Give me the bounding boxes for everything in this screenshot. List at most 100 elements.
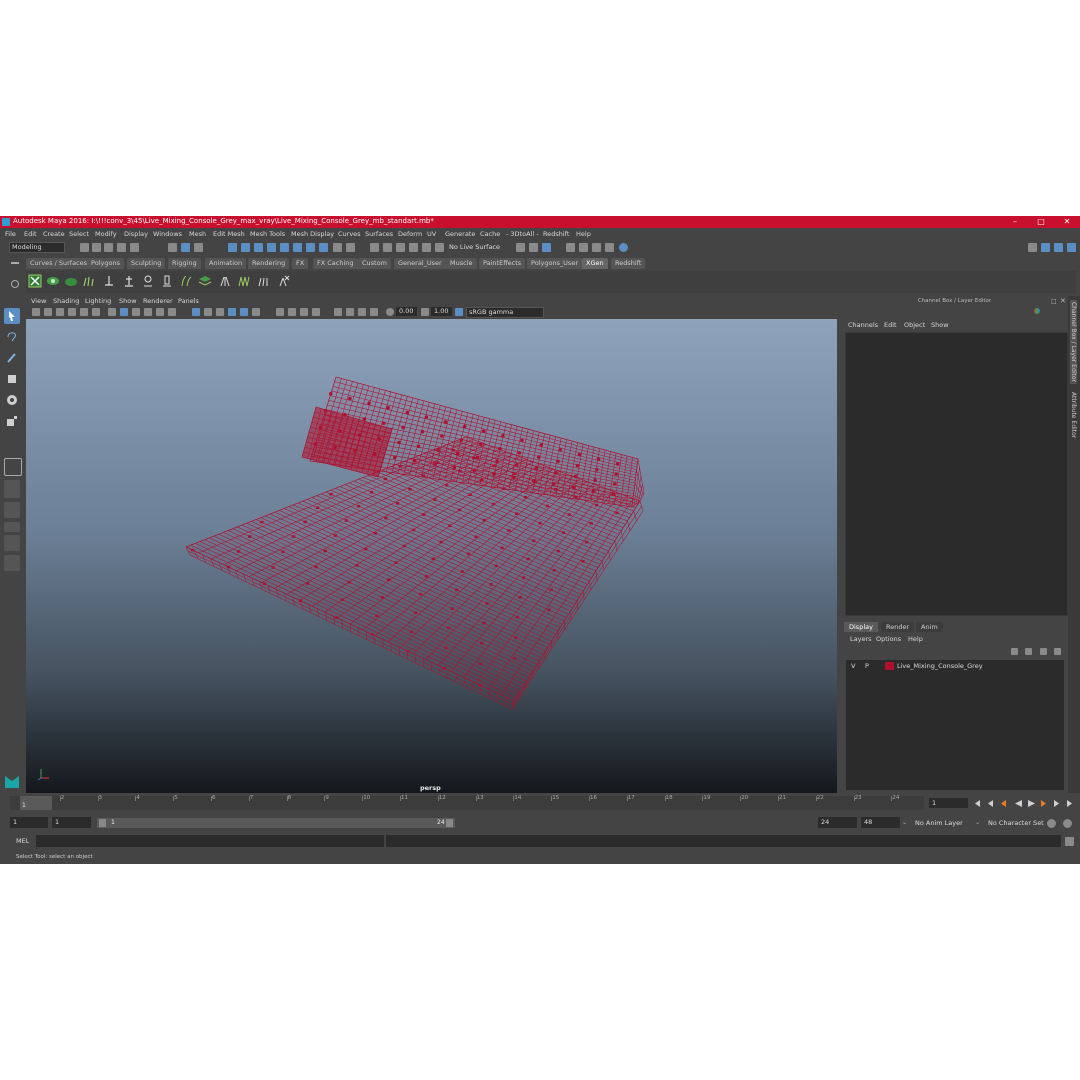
snap-view-plane-icon[interactable] (267, 243, 276, 252)
snap-point-icon[interactable] (254, 243, 263, 252)
shelf-tab-fx-caching[interactable]: FX Caching (313, 258, 358, 269)
viewport-menu-show[interactable]: Show (119, 297, 137, 305)
channel-edit-menu[interactable]: Edit (884, 321, 897, 329)
select-camera-icon[interactable] (32, 308, 40, 316)
lock-icon[interactable] (333, 243, 342, 252)
multisample-icon[interactable] (300, 308, 308, 316)
place-guide-icon[interactable] (102, 274, 116, 288)
mixing-console-wireframe[interactable] (26, 319, 837, 793)
menu-curves[interactable]: Curves (338, 230, 361, 238)
float-panel-icon[interactable]: □ (1051, 298, 1057, 305)
soft-select-icon[interactable] (319, 243, 328, 252)
menu-display[interactable]: Display (124, 230, 148, 238)
lasso-tool-icon[interactable] (4, 329, 20, 345)
magnet-icon-4[interactable] (409, 243, 418, 252)
playback-start-field[interactable]: 1 (52, 817, 91, 828)
menu-windows[interactable]: Windows (153, 230, 182, 238)
live-surface-label[interactable]: No Live Surface (449, 243, 500, 251)
menu-modify[interactable]: Modify (95, 230, 117, 238)
range-end-handle[interactable] (446, 819, 453, 827)
toggle-channel-box-icon[interactable] (1067, 243, 1076, 252)
shelf-tab-curves-surfaces[interactable]: Curves / Surfaces (26, 258, 92, 269)
history-icon[interactable] (346, 243, 355, 252)
shelf-tab-custom[interactable]: Custom (358, 258, 391, 269)
tab-anim[interactable]: Anim (916, 622, 943, 632)
menu-deform[interactable]: Deform (398, 230, 422, 238)
cut-icon[interactable] (256, 274, 270, 288)
move-layer-up-icon[interactable] (1011, 648, 1018, 655)
hypershade-layout-icon[interactable] (4, 555, 20, 571)
interactive-groom-icon[interactable] (64, 274, 78, 288)
close-panel-icon[interactable]: ✕ (1060, 297, 1066, 305)
menu-mesh[interactable]: Mesh (189, 230, 206, 238)
depth-of-field-icon[interactable] (312, 308, 320, 316)
film-gate-icon[interactable] (108, 308, 116, 316)
smooth-shade-icon[interactable] (204, 308, 212, 316)
menu-generate[interactable]: Generate (445, 230, 475, 238)
xray-components-icon[interactable] (370, 308, 378, 316)
menu-file[interactable]: File (5, 230, 16, 238)
viewport-menu-view[interactable]: View (31, 297, 46, 305)
save-scene-icon[interactable] (104, 243, 113, 252)
render-frame-icon[interactable] (529, 243, 538, 252)
side-by-side-layout-icon[interactable] (4, 502, 20, 518)
shelf-tab-rendering[interactable]: Rendering (248, 258, 290, 269)
undo-icon[interactable] (117, 243, 126, 252)
side-tab-attribute-editor[interactable]: Attribute Editor (1070, 392, 1077, 438)
layer-help-menu[interactable]: Help (908, 635, 923, 643)
options-menu[interactable]: Options (876, 635, 901, 643)
shelf-tab-rigging[interactable]: Rigging (168, 258, 201, 269)
close-icon[interactable]: ✕ (1054, 216, 1080, 228)
snap-vertex-icon[interactable] (293, 243, 302, 252)
menu-select[interactable]: Select (69, 230, 89, 238)
layer-name[interactable]: Live_Mixing_Console_Grey (897, 662, 983, 670)
range-slider[interactable]: 1 24 (97, 818, 455, 828)
char-set-arrow-icon[interactable]: ⌄ (975, 819, 980, 826)
command-language-label[interactable]: MEL (16, 837, 29, 845)
workspace-icon[interactable] (1028, 243, 1037, 252)
add-guide-icon[interactable] (122, 274, 136, 288)
script-editor-icon[interactable] (1065, 837, 1074, 846)
playback-end-field[interactable]: 24 (818, 817, 857, 828)
menu-surfaces[interactable]: Surfaces (365, 230, 393, 238)
textured-icon[interactable] (228, 308, 236, 316)
camera-attributes-icon[interactable] (44, 308, 52, 316)
shadows-icon[interactable] (252, 308, 260, 316)
anim-preferences-icon[interactable] (1063, 819, 1072, 828)
select-hierarchy-icon[interactable] (168, 243, 177, 252)
new-empty-layer-icon[interactable] (1040, 648, 1047, 655)
shelf-menu-icon[interactable] (11, 262, 19, 264)
wireframe-on-shaded-icon[interactable] (216, 308, 224, 316)
redo-icon[interactable] (130, 243, 139, 252)
layer-color-swatch[interactable] (885, 662, 894, 670)
wireframe-icon[interactable] (192, 308, 200, 316)
snap-grid-icon[interactable] (228, 243, 237, 252)
auto-key-icon[interactable] (1047, 819, 1056, 828)
select-tool-icon[interactable] (4, 308, 20, 324)
new-scene-icon[interactable] (80, 243, 89, 252)
toggle-attribute-editor-icon[interactable] (1041, 243, 1050, 252)
layer-visibility-toggle[interactable]: V (851, 662, 855, 670)
magnet-icon[interactable] (370, 243, 379, 252)
layers-icon[interactable] (198, 274, 212, 288)
shelf-tab-sculpting[interactable]: Sculpting (127, 258, 166, 269)
shelf-tab-general-user[interactable]: General_User (394, 258, 446, 269)
viewport-menu-renderer[interactable]: Renderer (143, 297, 173, 305)
paint-select-icon[interactable] (4, 350, 20, 366)
bookmark-icon[interactable] (56, 308, 64, 316)
channel-show-menu[interactable]: Show (931, 321, 949, 329)
exposure-icon[interactable] (386, 308, 394, 316)
grid-icon[interactable] (92, 308, 100, 316)
guide-length-icon[interactable] (160, 274, 174, 288)
channels-menu[interactable]: Channels (848, 321, 878, 329)
ipr-render-icon[interactable] (542, 243, 551, 252)
open-scene-icon[interactable] (92, 243, 101, 252)
image-plane-icon[interactable] (68, 308, 76, 316)
gamma-field[interactable]: 1.00 (431, 307, 452, 316)
render-settings-icon[interactable] (566, 243, 575, 252)
persp-outliner-layout-icon[interactable] (4, 522, 20, 532)
minimize-icon[interactable]: – (1002, 216, 1028, 228)
color-management-icon[interactable] (455, 308, 463, 316)
select-object-icon[interactable] (181, 243, 190, 252)
magnet-icon-3[interactable] (396, 243, 405, 252)
